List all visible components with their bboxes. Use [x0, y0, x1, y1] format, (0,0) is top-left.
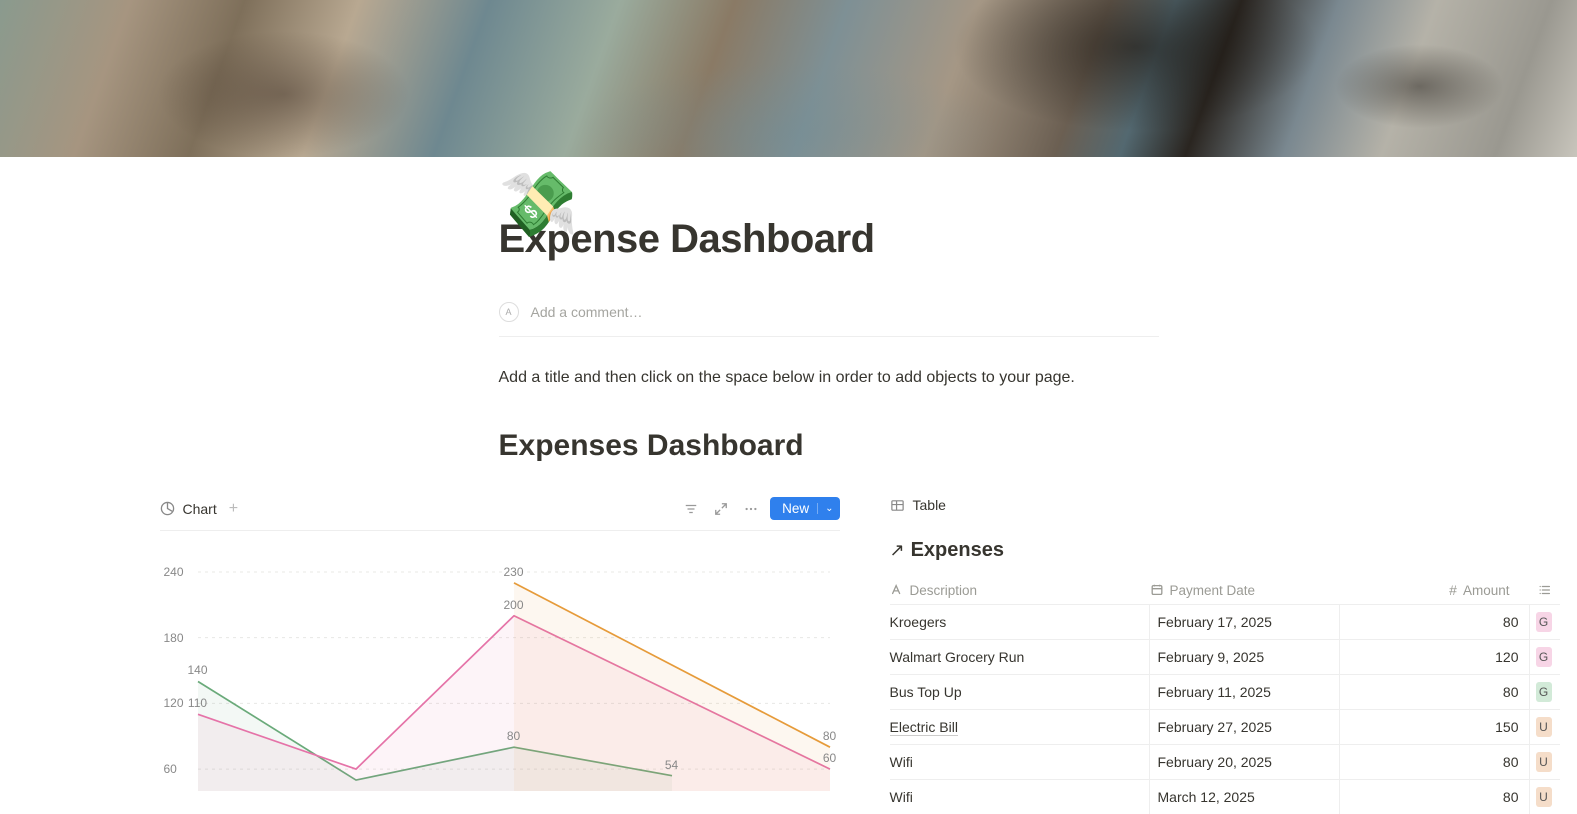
chart-area: 240 180 120 60 140 80 54 110 200 60 230 80	[160, 551, 840, 801]
table-view-label[interactable]: Table	[913, 497, 946, 513]
col-description[interactable]: Description	[890, 582, 1150, 598]
data-label: 140	[187, 663, 207, 677]
cell-description[interactable]: Wifi	[890, 780, 1150, 814]
data-label: 80	[507, 729, 520, 743]
tag-chip: G	[1536, 682, 1552, 702]
cell-description[interactable]: Bus Top Up	[890, 675, 1150, 709]
col-payment-date[interactable]: Payment Date	[1150, 582, 1340, 598]
chevron-down-icon: ⌄	[817, 503, 833, 514]
tag-chip: G	[1536, 647, 1552, 667]
y-tick-label: 60	[164, 762, 177, 776]
col-description-label: Description	[910, 583, 978, 598]
tag-chip: G	[1536, 612, 1552, 632]
table-header-row: Description Payment Date # Amount	[890, 576, 1560, 604]
section-heading[interactable]: Expenses Dashboard	[499, 429, 1418, 463]
cell-amount[interactable]: 120	[1340, 640, 1530, 674]
table-row[interactable]: KroegersFebruary 17, 202580 G	[890, 604, 1560, 639]
chart-icon	[160, 501, 175, 516]
tag-chip: U	[1536, 752, 1552, 772]
new-button-label: New	[782, 501, 809, 516]
table-row[interactable]: Bus Top UpFebruary 11, 202580 G	[890, 674, 1560, 709]
table-icon	[890, 498, 905, 513]
cell-tag[interactable]: U	[1530, 780, 1560, 814]
text-icon	[890, 583, 904, 597]
y-tick-label: 120	[164, 696, 184, 710]
table-row[interactable]: Electric BillFebruary 27, 2025150 U	[890, 709, 1560, 744]
page-title[interactable]: Expense Dashboard	[499, 217, 1418, 262]
table-row[interactable]: WifiFebruary 20, 202580 U	[890, 744, 1560, 779]
chart-panel: Chart + New ⌄ 240 180 120 60 140	[160, 493, 840, 801]
cell-description[interactable]: Wifi	[890, 745, 1150, 779]
table-row[interactable]: Walmart Grocery RunFebruary 9, 2025120 G	[890, 639, 1560, 674]
cell-tag[interactable]: U	[1530, 745, 1560, 779]
filter-icon[interactable]	[680, 498, 702, 520]
table-panel: Table ↗ Expenses Description Payment Dat…	[890, 493, 1560, 814]
open-link-icon: ↗	[890, 540, 905, 561]
data-label: 110	[188, 696, 207, 710]
data-label: 230	[503, 565, 523, 579]
more-icon[interactable]	[740, 498, 762, 520]
table-title-row[interactable]: ↗ Expenses	[890, 539, 1560, 562]
cover-image[interactable]	[0, 0, 1577, 157]
y-tick-label: 180	[164, 631, 184, 645]
cell-tag[interactable]: G	[1530, 640, 1560, 674]
col-payment-date-label: Payment Date	[1170, 583, 1256, 598]
chart-view-label[interactable]: Chart	[183, 501, 217, 517]
add-view-button[interactable]: +	[225, 500, 242, 518]
cell-payment-date[interactable]: February 20, 2025	[1150, 745, 1340, 779]
expand-icon[interactable]	[710, 498, 732, 520]
col-amount-label: Amount	[1463, 583, 1510, 598]
page-icon[interactable]: 💸	[499, 172, 579, 236]
col-amount[interactable]: # Amount	[1340, 582, 1530, 598]
cell-payment-date[interactable]: February 11, 2025	[1150, 675, 1340, 709]
list-icon	[1538, 583, 1552, 597]
cell-description[interactable]: Walmart Grocery Run	[890, 640, 1150, 674]
table-title: Expenses	[911, 539, 1004, 562]
cell-amount[interactable]: 80	[1340, 605, 1530, 639]
table-view-header: Table	[890, 493, 1560, 523]
cell-amount[interactable]: 80	[1340, 745, 1530, 779]
cell-description[interactable]: Electric Bill	[890, 710, 1150, 744]
table-row[interactable]: WifiMarch 12, 202580 U	[890, 779, 1560, 814]
cell-amount[interactable]: 150	[1340, 710, 1530, 744]
comment-placeholder: Add a comment…	[531, 304, 643, 320]
chart-view-header: Chart + New ⌄	[160, 493, 840, 531]
data-label: 54	[665, 758, 678, 772]
tag-chip: U	[1536, 717, 1552, 737]
avatar: A	[499, 302, 519, 322]
data-label: 60	[823, 751, 836, 765]
y-tick-label: 240	[164, 565, 184, 579]
cell-amount[interactable]: 80	[1340, 675, 1530, 709]
cell-tag[interactable]: G	[1530, 605, 1560, 639]
calendar-icon	[1150, 583, 1164, 597]
tag-chip: U	[1536, 787, 1552, 807]
cell-payment-date[interactable]: March 12, 2025	[1150, 780, 1340, 814]
cell-tag[interactable]: U	[1530, 710, 1560, 744]
cell-payment-date[interactable]: February 9, 2025	[1150, 640, 1340, 674]
hash-icon: #	[1449, 582, 1457, 598]
add-comment-row[interactable]: A Add a comment…	[499, 302, 1159, 337]
new-button[interactable]: New ⌄	[770, 497, 839, 520]
data-label: 80	[823, 729, 836, 743]
cell-amount[interactable]: 80	[1340, 780, 1530, 814]
cell-description[interactable]: Kroegers	[890, 605, 1150, 639]
cell-payment-date[interactable]: February 17, 2025	[1150, 605, 1340, 639]
data-label: 200	[503, 598, 523, 612]
col-category[interactable]	[1530, 582, 1560, 598]
cell-tag[interactable]: G	[1530, 675, 1560, 709]
instruction-text[interactable]: Add a title and then click on the space …	[499, 369, 1418, 387]
cell-payment-date[interactable]: February 27, 2025	[1150, 710, 1340, 744]
